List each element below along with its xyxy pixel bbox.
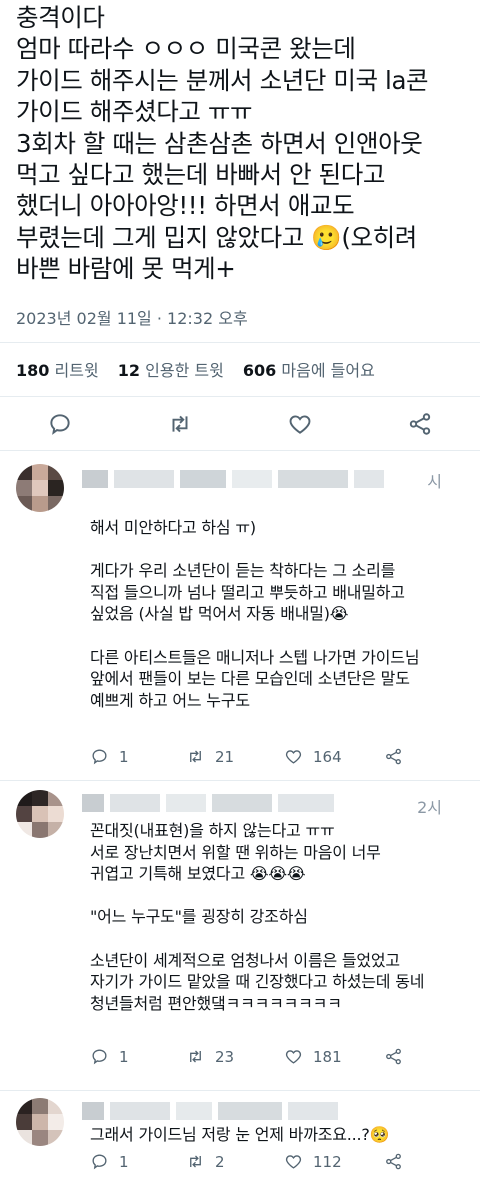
reply-line: "어느 누구도"를 굉장히 강조하심	[90, 907, 308, 927]
reply-line: 게다가 우리 소년단이 듣는 착하다는 그 소리를	[90, 561, 396, 581]
retweet-icon	[190, 1155, 201, 1168]
reply-time[interactable]: 2시	[417, 794, 442, 818]
retweet-icon	[172, 415, 188, 433]
tweet-line: 바쁜 바람에 못 먹게+	[16, 254, 236, 284]
like-button[interactable]: 164	[284, 747, 342, 766]
share-icon	[409, 413, 431, 435]
tweet-stats: 180 리트윗 12 인용한 트윗 606 마음에 들어요	[16, 357, 389, 381]
retweet-button[interactable]: 23	[186, 1047, 234, 1066]
retweet-button[interactable]	[166, 410, 194, 438]
retweet-button[interactable]: 21	[186, 747, 234, 766]
reply-actions: 1 21 164	[90, 747, 430, 771]
retweet-count: 21	[215, 747, 235, 766]
retweet-button[interactable]: 2	[186, 1152, 225, 1171]
reply-actions: 1 23 181	[90, 1047, 430, 1071]
tweet-actions	[0, 402, 480, 446]
reply-line: 그래서 가이드님 저랑 눈 언제 바까조요...?🥺	[90, 1125, 390, 1144]
reply-icon	[92, 749, 107, 765]
retweets-label[interactable]: 리트윗	[55, 361, 99, 380]
like-button[interactable]	[286, 410, 314, 438]
retweet-count: 23	[215, 1047, 235, 1066]
retweet-count: 2	[215, 1152, 225, 1171]
reply-button[interactable]: 1	[90, 1047, 129, 1066]
heart-icon	[285, 750, 302, 764]
reply-text: 꼰대짓(내표현)을 하지 않는다고 ㅠㅠ 서로 장난치면서 위할 땐 위하는 마…	[90, 820, 424, 1014]
reply-line: 싶었음 (사실 밥 먹어서 자동 배내밀)😭	[90, 604, 349, 624]
retweets-count[interactable]: 180	[16, 361, 49, 380]
avatar[interactable]	[16, 1098, 64, 1146]
reply-time[interactable]: 시	[427, 468, 442, 492]
tweet-line: 충격이다	[16, 3, 105, 32]
tweet-line: 했더니 아아아앙!!! 하면서 애교도	[16, 191, 355, 221]
reply-line: 다른 아티스트들은 매니저나 스텝 나가면 가이드님	[90, 647, 420, 667]
reply-actions: 1 2 112	[90, 1152, 430, 1176]
share-button[interactable]	[384, 1152, 413, 1171]
like-count: 181	[313, 1047, 342, 1066]
reply-tweet[interactable]: 그래서 가이드님 저랑 눈 언제 바까조요...?🥺 1 2 112	[0, 1090, 480, 1192]
tweet-text: 충격이다 엄마 따라수 ㅇㅇㅇ 미국콘 왔는데 가이드 해주시는 분께서 소년단…	[16, 2, 476, 285]
share-button[interactable]	[384, 1047, 413, 1066]
reply-icon	[92, 1154, 107, 1170]
avatar[interactable]	[16, 790, 64, 838]
reply-line	[90, 625, 419, 647]
share-button[interactable]	[406, 410, 434, 438]
reply-line: 해서 미안하다고 하심 ㅠ)	[90, 518, 256, 537]
like-count: 112	[313, 1152, 342, 1171]
reply-line: 소년단이 세계적으로 엄청나서 이름은 들었었고	[90, 950, 400, 970]
reply-tweet[interactable]: 2시 꼰대짓(내표현)을 하지 않는다고 ㅠㅠ 서로 장난치면서 위할 땐 위하…	[0, 780, 480, 1090]
reply-line: 앞에서 팬들이 보는 다른 모습인데 소년단은 말도	[90, 669, 410, 689]
divider	[0, 342, 480, 343]
share-icon	[386, 1153, 401, 1170]
reply-author-name[interactable]	[82, 468, 390, 490]
like-button[interactable]: 112	[284, 1152, 342, 1171]
likes-label[interactable]: 마음에 들어요	[281, 361, 374, 380]
heart-icon	[285, 1050, 302, 1064]
reply-author-name[interactable]	[82, 792, 340, 814]
reply-line	[90, 539, 419, 561]
reply-count: 1	[119, 747, 129, 766]
tweet-line: 부렸는데 그게 밉지 않았다고 🥲(오히려	[16, 222, 417, 252]
reply-icon	[92, 1049, 107, 1065]
divider	[0, 396, 480, 397]
reply-author-name[interactable]	[82, 1100, 344, 1122]
reply-count: 1	[119, 1047, 129, 1066]
reply-button[interactable]: 1	[90, 747, 129, 766]
reply-tweet[interactable]: 시 해서 미안하다고 하심 ㅠ) 게다가 우리 소년단이 듣는 착하다는 그 소…	[0, 450, 480, 780]
tweet-line: 3회차 할 때는 삼촌삼촌 하면서 인앤아웃	[16, 128, 423, 158]
reply-line: 꼰대짓(내표현)을 하지 않는다고 ㅠㅠ	[90, 821, 335, 840]
reply-button[interactable]: 1	[90, 1152, 129, 1171]
reply-text: 해서 미안하다고 하심 ㅠ) 게다가 우리 소년단이 듣는 착하다는 그 소리를…	[90, 517, 420, 711]
reply-button[interactable]	[46, 410, 74, 438]
share-icon	[386, 748, 401, 765]
tweet-line: 엄마 따라수 ㅇㅇㅇ 미국콘 왔는데	[16, 34, 356, 64]
reply-line: 청년들처럼 편안했댘ㅋㅋㅋㅋㅋㅋㅋㅋ	[90, 993, 342, 1013]
reply-line: 직접 들으니까 넘나 떨리고 뿌듯하고 배내밀하고	[90, 582, 405, 602]
retweet-icon	[190, 1050, 201, 1063]
like-count: 164	[313, 747, 342, 766]
reply-line: 예쁘게 하고 어느 누구도	[90, 690, 250, 710]
reply-line: 자기가 가이드 맡았을 때 긴장했다고 하셨는데 동네	[90, 972, 425, 992]
avatar[interactable]	[16, 464, 64, 512]
reply-icon	[50, 414, 70, 435]
heart-icon	[289, 415, 311, 434]
heart-icon	[285, 1155, 302, 1169]
tweet-line: 가이드 해주시는 분께서 소년단 미국 la콘	[16, 65, 429, 95]
tweet-line: 먹고 싶다고 했는데 바빠서 안 된다고	[16, 159, 386, 189]
tweet-timestamp[interactable]: 2023년 02월 11일 · 12:32 오후	[16, 305, 248, 329]
share-button[interactable]	[384, 747, 413, 766]
reply-line: 귀엽고 기특해 보였다고 😭😭😭	[90, 864, 306, 884]
likes-count[interactable]: 606	[243, 361, 276, 380]
like-button[interactable]: 181	[284, 1047, 342, 1066]
reply-count: 1	[119, 1152, 129, 1171]
reply-line	[90, 928, 424, 950]
retweet-icon	[190, 750, 201, 763]
tweet-line: 가이드 해주셨다고 ㅠㅠ	[16, 97, 253, 127]
reply-text: 그래서 가이드님 저랑 눈 언제 바까조요...?🥺	[90, 1124, 390, 1146]
reply-line	[90, 885, 424, 907]
share-icon	[386, 1048, 401, 1065]
reply-line: 서로 장난치면서 위할 땐 위하는 마음이 너무	[90, 842, 381, 862]
quotes-label[interactable]: 인용한 트윗	[145, 361, 224, 380]
quotes-count[interactable]: 12	[118, 361, 140, 380]
